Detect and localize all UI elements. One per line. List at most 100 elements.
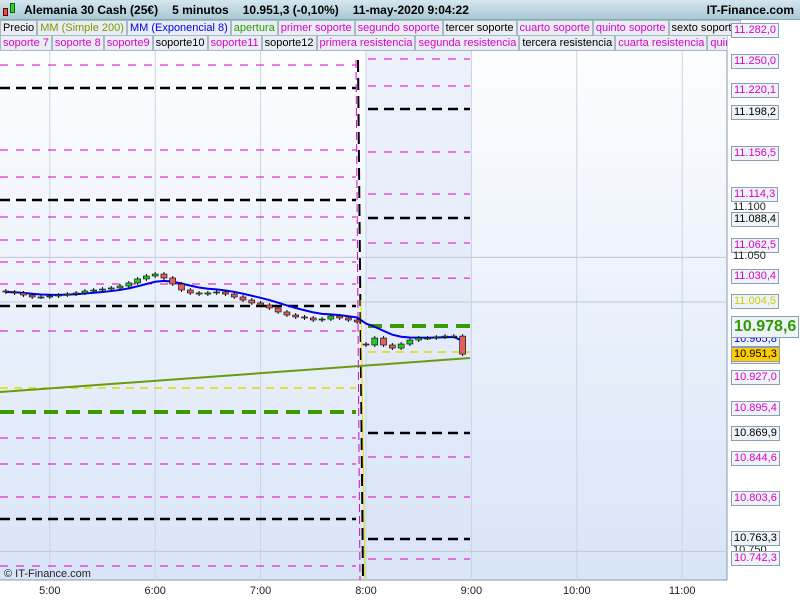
candle-body xyxy=(55,294,62,297)
candle-body xyxy=(169,277,177,285)
candle-body xyxy=(397,343,405,349)
candle-body xyxy=(327,315,335,320)
price-axis-label: 10.803,6 xyxy=(731,491,780,507)
price-chart[interactable] xyxy=(0,0,800,600)
price-axis-label: 10.844,6 xyxy=(731,451,780,467)
candle-body xyxy=(195,292,203,295)
candle-body xyxy=(99,288,106,291)
candle-body xyxy=(134,278,141,284)
candle-body xyxy=(81,290,89,294)
price-axis-label: 10.869,9 xyxy=(731,426,780,442)
candle-body xyxy=(64,293,71,296)
legend-item[interactable]: segundo soporte xyxy=(354,20,443,36)
candle-body xyxy=(424,337,431,340)
candle-body xyxy=(213,291,220,294)
brand: IT-Finance.com xyxy=(706,2,794,17)
legend-item[interactable]: primera resistencia xyxy=(316,35,416,51)
candle-body xyxy=(450,335,458,338)
price-axis-label: 11.220,1 xyxy=(731,83,780,99)
candle-body xyxy=(11,291,18,294)
price-axis-label: 10.742,3 xyxy=(731,551,780,567)
legend-item[interactable]: quinto soporte xyxy=(592,20,669,36)
candle-body xyxy=(125,282,133,287)
candle-body xyxy=(28,294,36,298)
candle-body xyxy=(90,289,97,292)
legend-item[interactable]: tercera resistencia xyxy=(519,35,616,51)
price-axis-label: 11.282,0 xyxy=(731,22,780,38)
legend-item[interactable]: soporte11 xyxy=(207,35,262,51)
candle-body xyxy=(380,337,387,346)
candle-body xyxy=(116,285,124,289)
price-axis-label: 11.250,0 xyxy=(731,53,780,69)
candle-body xyxy=(72,292,80,295)
legend-item[interactable]: Precio xyxy=(0,20,38,36)
datetime: 11-may-2020 9:04:22 xyxy=(352,2,469,17)
timeframe[interactable]: 5 minutos xyxy=(172,3,229,17)
candle-body xyxy=(415,337,423,341)
candle-body xyxy=(186,289,194,294)
price-axis-label: 11.114,3 xyxy=(731,186,779,202)
candle-body xyxy=(318,318,326,321)
candle-body xyxy=(406,339,414,345)
candle-body xyxy=(257,302,264,306)
legend-item[interactable]: soporte12 xyxy=(261,35,317,51)
candle-body xyxy=(204,292,212,295)
legend-item[interactable]: sexto soporte xyxy=(668,20,741,36)
candle-body xyxy=(222,291,229,295)
candle-body xyxy=(151,273,159,277)
legend-item[interactable]: primer soporte xyxy=(277,20,355,36)
price-axis-label: 10.927,0 xyxy=(731,370,780,386)
candle-body xyxy=(143,275,150,280)
candle-body xyxy=(239,296,247,301)
price-axis-label: 10.895,4 xyxy=(731,401,780,417)
current-session-shade xyxy=(366,50,471,580)
legend-item[interactable]: cuarta resistencia xyxy=(615,35,708,51)
legend-item[interactable]: quinta xyxy=(707,35,727,51)
legend-item[interactable]: MM (Simple 200) xyxy=(37,20,127,36)
legend-row-1: Precio MM (Simple 200) MM (Exponencial 8) a… xyxy=(0,20,741,36)
candle-body xyxy=(230,293,238,298)
legend-item[interactable]: soporte 8 xyxy=(51,35,104,51)
candle-body xyxy=(266,304,273,309)
price-axis-label: 10.951,3 xyxy=(731,346,780,362)
candlestick-icon xyxy=(0,1,20,19)
instrument-name: Alemania 30 Cash (25€) xyxy=(24,2,159,17)
last-price-change: 10.951,3 (-0,10%) xyxy=(242,2,339,17)
candle-body xyxy=(441,335,449,338)
candle-body xyxy=(432,336,440,339)
legend-item[interactable]: apertura xyxy=(230,20,278,36)
price-axis-label: 11.088,4 xyxy=(731,212,780,228)
price-axis-label: 10.978,6 xyxy=(731,316,800,339)
price-axis-label: 11.030,4 xyxy=(731,269,780,285)
candle-body xyxy=(37,296,45,299)
time-axis-label: 8:00 xyxy=(355,585,377,597)
legend-item[interactable]: soporte 7 xyxy=(0,35,52,51)
candle-body xyxy=(2,290,10,293)
legend-item[interactable]: segunda resistencia xyxy=(415,35,520,51)
legend-item[interactable]: tercer soporte xyxy=(442,20,517,36)
candle-body xyxy=(371,337,379,346)
candle-body xyxy=(389,344,396,349)
legend-item[interactable]: soporte10 xyxy=(152,35,208,51)
candle-body xyxy=(46,295,54,298)
time-axis-label: 6:00 xyxy=(144,585,166,597)
candle-body xyxy=(283,311,291,316)
time-axis-label: 5:00 xyxy=(39,585,61,597)
legend-item[interactable]: cuarto soporte xyxy=(516,20,593,36)
title-bar: Alemania 30 Cash (25€) 5 minutos 10.951,… xyxy=(0,0,800,20)
candle-body xyxy=(353,319,361,323)
time-axis-label: 9:00 xyxy=(460,585,483,597)
time-axis-label: 10:00 xyxy=(563,585,591,597)
legend-item[interactable]: soporte9 xyxy=(103,35,153,51)
candle-body xyxy=(160,273,168,279)
candle-body xyxy=(274,307,282,313)
legend-item[interactable]: MM (Exponencial 8) xyxy=(126,20,231,36)
copyright: © IT-Finance.com xyxy=(4,568,91,580)
legend-row-2: soporte 7 soporte 8 soporte9 soporte10 sopor… xyxy=(0,35,727,51)
candle-body xyxy=(178,283,185,291)
candle-body xyxy=(459,335,466,355)
candle-body xyxy=(107,287,115,290)
price-axis-label: 10.763,3 xyxy=(731,530,780,546)
price-axis-label: 11.004,5 xyxy=(731,294,780,310)
price-axis-label: 11.156,5 xyxy=(731,145,780,161)
